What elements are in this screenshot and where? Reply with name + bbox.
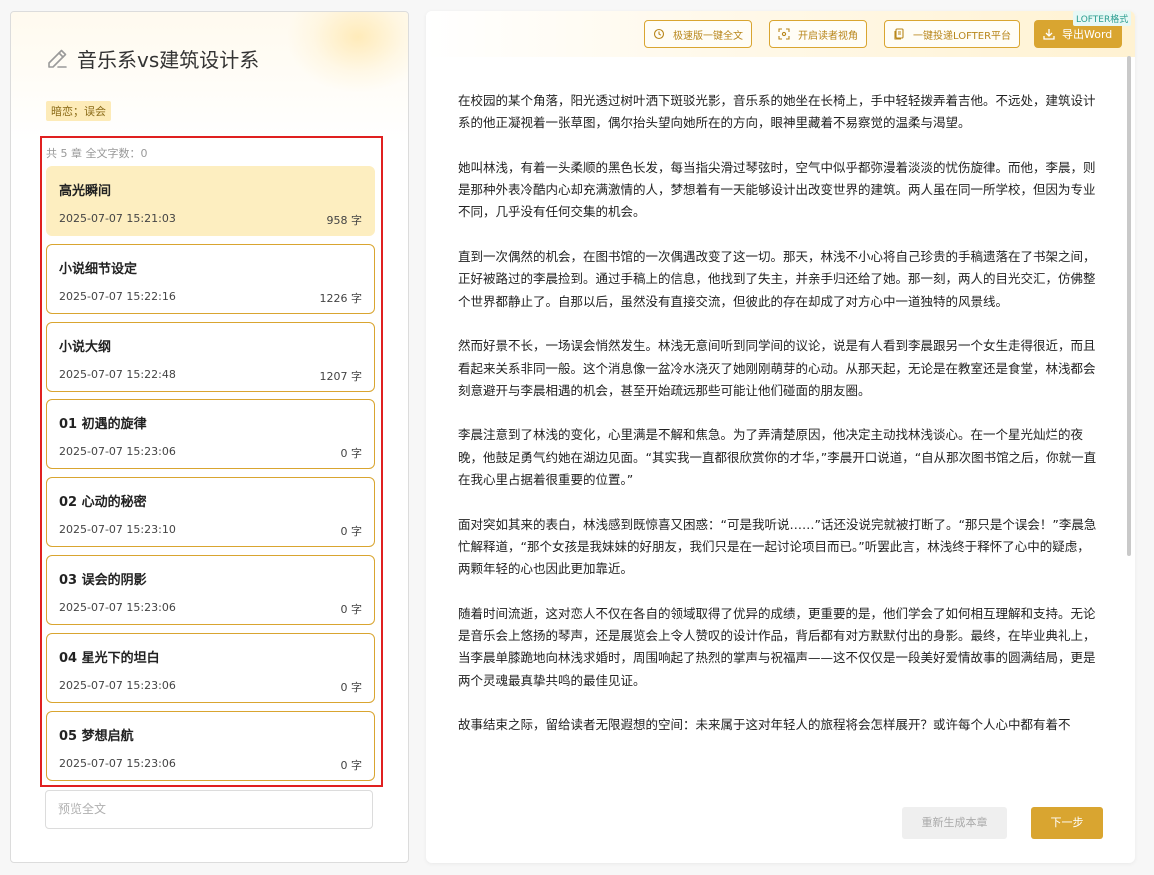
chapter-name: 05 梦想启航 <box>59 728 134 744</box>
chapter-item[interactable]: 01 初遇的旋律 2025-07-07 15:23:06 0 字 <box>46 399 375 470</box>
chapter-sidebar: 音乐系vs建筑设计系 暗恋；误会 共 5 章 全文字数：0 高光瞬间 2025-0… <box>10 11 409 863</box>
content-paragraph: 然而好景不长，一场误会悄然发生。林浅无意间听到同学间的议论，说是有人看到李晨跟另… <box>458 338 1096 398</box>
document-copy-icon <box>894 28 904 40</box>
chapter-timestamp: 2025-07-07 15:23:06 <box>59 756 176 770</box>
header-glow <box>288 12 408 92</box>
reader-view-button[interactable]: 开启读者视角 <box>769 20 867 48</box>
pencil-icon[interactable] <box>45 47 69 71</box>
header-gradient <box>11 12 408 142</box>
chapter-name: 03 误会的阴影 <box>59 572 147 588</box>
chapter-timestamp: 2025-07-07 15:22:48 <box>59 367 176 381</box>
content-scrollbar[interactable] <box>1127 56 1131 556</box>
chapter-item[interactable]: 小说细节设定 2025-07-07 15:22:16 1226 字 <box>46 243 375 314</box>
content-paragraph: 故事结束之际，留给读者无限遐想的空间：未来属于这对年轻人的旅程将会怎样展开？或许… <box>458 717 1071 733</box>
content-paragraph: 随着时间流逝，这对恋人不仅在各自的领域取得了优异的成绩，更重要的是，他们学会了如… <box>458 605 1096 688</box>
editor-toolbar: 极速版一键全文 开启读者视角 一键投递LOFTER平台 导出Word LOFTE… <box>426 11 1135 57</box>
reader-view-label: 开启读者视角 <box>798 30 858 42</box>
submit-lofter-button[interactable]: 一键投递LOFTER平台 <box>884 20 1021 48</box>
chapter-word-count: 958 字 <box>326 214 363 227</box>
chapter-timestamp: 2025-07-07 15:22:16 <box>59 289 176 303</box>
lofter-format-badge: LOFTER格式 <box>1073 11 1132 26</box>
chapter-name: 小说大纲 <box>59 339 112 355</box>
chapter-timestamp: 2025-07-07 15:21:03 <box>59 212 176 225</box>
content-paragraph: 她叫林浅，有着一头柔顺的黑色长发，每当指尖滑过琴弦时，空气中似乎都弥漫着淡淡的忧… <box>458 159 1096 220</box>
chapter-word-count: 0 字 <box>340 680 363 694</box>
download-icon <box>1043 29 1055 40</box>
chapter-item[interactable]: 04 星光下的坦白 2025-07-07 15:23:06 0 字 <box>46 632 375 703</box>
regenerate-chapter-button[interactable]: 重新生成本章 <box>902 807 1007 839</box>
chapter-word-count: 1226 字 <box>319 291 363 305</box>
content-paragraph: 在校园的某个角落，阳光透过树叶洒下斑驳光影，音乐系的她坐在长椅上，手中轻轻拨弄着… <box>458 93 1096 131</box>
chapter-timestamp: 2025-07-07 15:23:06 <box>59 600 176 614</box>
chapter-item[interactable]: 高光瞬间 2025-07-07 15:21:03 958 字 <box>46 166 375 236</box>
refresh-clock-icon <box>653 28 665 40</box>
chapter-item[interactable]: 02 心动的秘密 2025-07-07 15:23:10 0 字 <box>46 477 375 548</box>
chapter-timestamp: 2025-07-07 15:23:06 <box>59 445 176 459</box>
chapter-list: 高光瞬间 2025-07-07 15:21:03 958 字小说细节设定 2025-0… <box>46 166 375 788</box>
chapter-name: 高光瞬间 <box>59 184 112 199</box>
chapter-summary: 共 5 章 全文字数：0 <box>46 147 148 160</box>
submit-lofter-label: 一键投递LOFTER平台 <box>913 30 1012 42</box>
chapter-list-highlight: 共 5 章 全文字数：0 高光瞬间 2025-07-07 15:21:03 958 … <box>40 136 383 787</box>
chapter-word-count: 1207 字 <box>319 369 363 383</box>
export-word-label: 导出Word <box>1062 28 1113 41</box>
chapter-item[interactable]: 小说大纲 2025-07-07 15:22:48 1207 字 <box>46 321 375 392</box>
chapter-name: 小说细节设定 <box>59 261 138 277</box>
chapter-word-count: 0 字 <box>340 758 363 772</box>
chapter-content[interactable]: 在校园的某个角落，阳光透过树叶洒下斑驳光影，音乐系的她坐在长椅上，手中轻轻拨弄着… <box>458 90 1098 740</box>
quick-full-text-button[interactable]: 极速版一键全文 <box>644 20 752 48</box>
quick-full-text-label: 极速版一键全文 <box>673 30 743 42</box>
chapter-word-count: 0 字 <box>340 602 363 616</box>
chapter-name: 02 心动的秘密 <box>59 495 147 511</box>
project-title: 音乐系vs建筑设计系 <box>77 48 260 72</box>
chapter-item[interactable]: 05 梦想启航 2025-07-07 15:23:06 0 字 <box>46 710 375 781</box>
editor-panel: 极速版一键全文 开启读者视角 一键投递LOFTER平台 导出Word LOFTE… <box>426 11 1135 863</box>
chapter-name: 04 星光下的坦白 <box>59 650 160 666</box>
chapter-timestamp: 2025-07-07 15:23:06 <box>59 678 176 692</box>
content-paragraph: 直到一次偶然的机会，在图书馆的一次偶遇改变了这一切。那天，林浅不小心将自己珍贵的… <box>458 249 1096 309</box>
focus-view-icon <box>778 28 790 40</box>
next-step-button[interactable]: 下一步 <box>1031 807 1103 839</box>
content-paragraph: 李晨注意到了林浅的变化，心里满是不解和焦急。为了弄清楚原因，他决定主动找林浅谈心… <box>458 427 1097 488</box>
content-paragraph: 面对突如其来的表白，林浅感到既惊喜又困惑：“可是我听说……”话还没说完就被打断了… <box>458 516 1097 577</box>
chapter-item[interactable]: 03 误会的阴影 2025-07-07 15:23:06 0 字 <box>46 554 375 625</box>
chapter-word-count: 0 字 <box>340 447 363 461</box>
project-title-row: 音乐系vs建筑设计系 <box>45 44 259 73</box>
chapter-timestamp: 2025-07-07 15:23:10 <box>59 523 176 537</box>
genre-tag: 暗恋；误会 <box>46 101 111 121</box>
preview-full-text-input[interactable]: 预览全文 <box>45 790 373 829</box>
chapter-word-count: 0 字 <box>340 525 363 539</box>
chapter-name: 01 初遇的旋律 <box>59 417 147 433</box>
